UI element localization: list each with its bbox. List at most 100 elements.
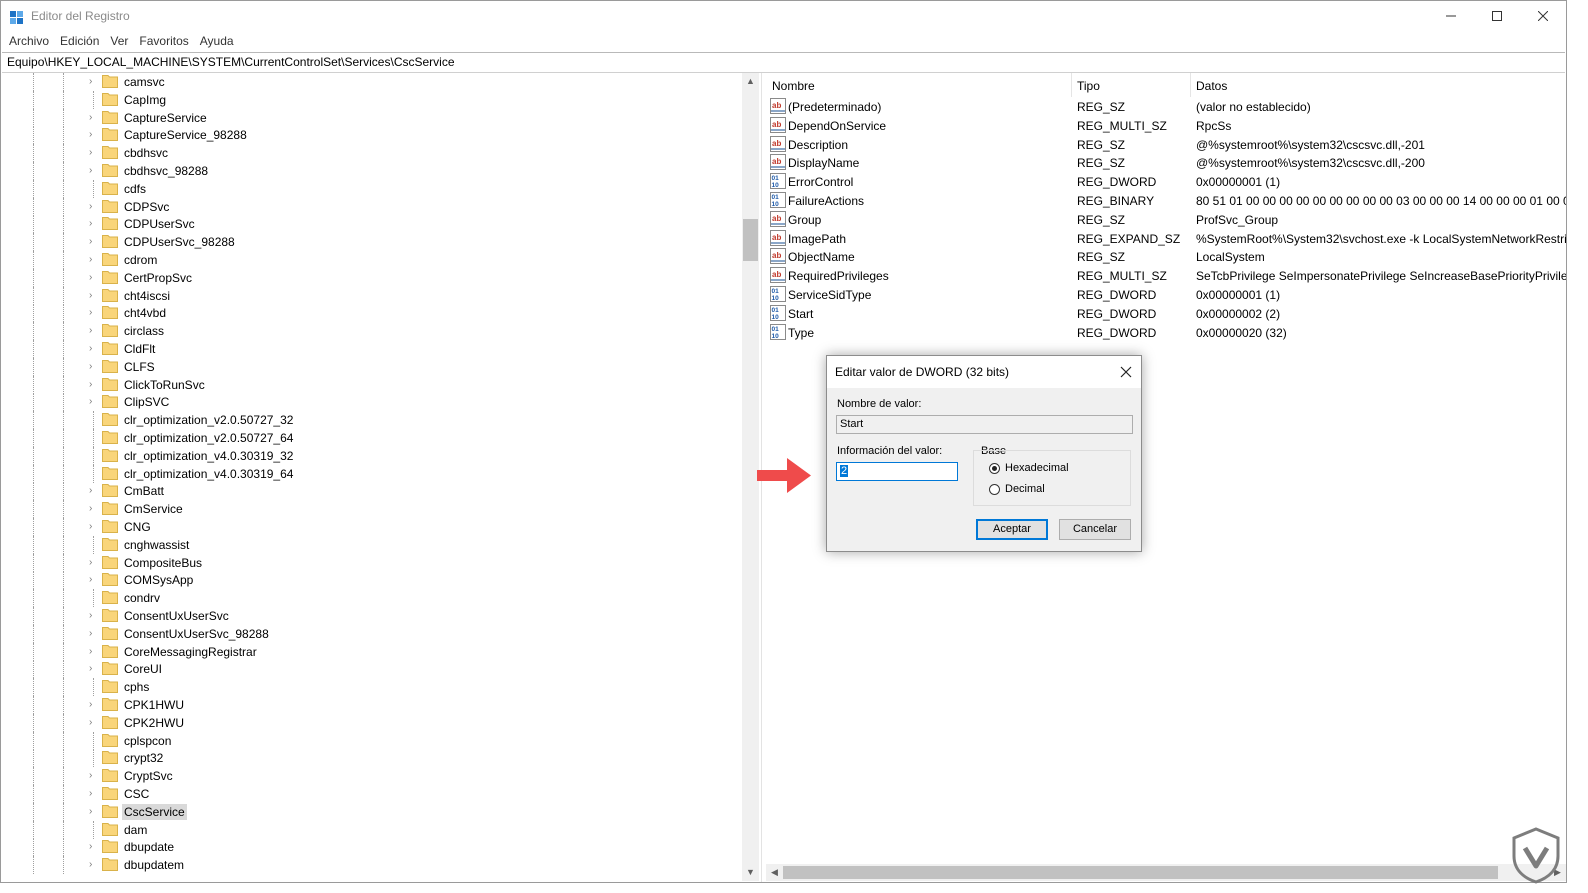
scroll-down-arrow-icon[interactable]: ▼ (742, 864, 759, 881)
column-divider[interactable] (1071, 73, 1072, 97)
tree-item[interactable]: CapImg (1, 90, 741, 109)
chevron-right-icon[interactable]: › (89, 575, 97, 585)
tree-item[interactable]: › ClickToRunSvc (1, 375, 741, 394)
tree-item[interactable]: › CertPropSvc (1, 268, 741, 287)
chevron-right-icon[interactable]: › (89, 664, 97, 674)
tree-item[interactable]: › CNG (1, 518, 741, 536)
column-header-name[interactable]: Nombre (772, 77, 815, 95)
tree-item[interactable]: › CmBatt (1, 482, 741, 501)
value-row[interactable]: ab ObjectName REG_SZ LocalSystem (766, 247, 1566, 266)
close-button[interactable] (1520, 1, 1566, 31)
chevron-right-icon[interactable]: › (89, 771, 97, 781)
tree-item[interactable]: clr_optimization_v4.0.30319_32 (1, 446, 741, 465)
tree-item[interactable]: › circlass (1, 322, 741, 341)
value-row[interactable]: ab DisplayName REG_SZ @%systemroot%\system3… (766, 153, 1566, 172)
chevron-right-icon[interactable]: › (89, 379, 97, 390)
cancel-button[interactable]: Cancelar (1059, 519, 1131, 540)
tree-item[interactable]: › CSC (1, 785, 741, 803)
tree-item[interactable]: › CPK2HWU (1, 713, 741, 732)
value-row[interactable]: 01 10 Type REG_DWORD 0x00000020 (32) (766, 323, 1566, 342)
tree-item[interactable]: › CLFS (1, 357, 741, 376)
dialog-close-icon[interactable] (1117, 363, 1135, 381)
chevron-right-icon[interactable]: › (89, 557, 97, 568)
tree-item[interactable]: crypt32 (1, 749, 741, 768)
tree-item[interactable]: › CDPUserSvc (1, 215, 741, 234)
tree-item[interactable]: › ConsentUxUserSvc_98288 (1, 624, 741, 643)
tree-item[interactable]: › CryptSvc (1, 767, 741, 786)
tree-item[interactable]: › CaptureService (1, 108, 741, 127)
value-row[interactable]: ab ImagePath REG_EXPAND_SZ %SystemRoot%\Sys… (766, 229, 1566, 248)
tree-item[interactable]: clr_optimization_v2.0.50727_64 (1, 429, 741, 447)
radio-hexadecimal[interactable] (989, 463, 1000, 474)
column-divider[interactable] (1190, 73, 1191, 97)
menu-archivo[interactable]: Archivo (5, 31, 56, 51)
chevron-right-icon[interactable]: › (89, 255, 97, 265)
tree-item[interactable]: dam (1, 820, 741, 839)
tree-item[interactable]: › cdrom (1, 251, 741, 269)
tree-item[interactable]: condrv (1, 589, 741, 608)
minimize-button[interactable] (1428, 1, 1474, 31)
chevron-right-icon[interactable]: › (89, 130, 97, 140)
tree-item[interactable]: › cht4iscsi (1, 286, 741, 305)
chevron-right-icon[interactable]: › (89, 486, 97, 496)
tree-item[interactable]: › CoreMessagingRegistrar (1, 642, 741, 661)
chevron-right-icon[interactable]: › (89, 789, 97, 799)
chevron-right-icon[interactable]: › (89, 611, 97, 621)
tree-item[interactable]: › cht4vbd (1, 304, 741, 323)
tree-item[interactable]: › camsvc (1, 73, 741, 91)
chevron-right-icon[interactable]: › (89, 397, 97, 407)
ok-button[interactable]: Aceptar (976, 519, 1048, 540)
tree-item[interactable]: › ClipSVC (1, 393, 741, 412)
chevron-right-icon[interactable]: › (89, 166, 97, 176)
chevron-right-icon[interactable]: › (89, 237, 97, 247)
maximize-button[interactable] (1474, 1, 1520, 31)
value-row[interactable]: 01 10 ErrorControl REG_DWORD 0x00000001 (1) (766, 172, 1566, 191)
chevron-right-icon[interactable]: › (89, 522, 97, 532)
tree-item[interactable]: › cbdhsvc (1, 144, 741, 163)
address-bar[interactable]: Equipo\HKEY_LOCAL_MACHINE\SYSTEM\Current… (2, 52, 1565, 73)
tree-item[interactable]: › cbdhsvc_98288 (1, 162, 741, 180)
value-row[interactable]: ab RequiredPrivileges REG_MULTI_SZ SeTcbPri… (766, 266, 1566, 285)
tree-item[interactable]: cphs (1, 678, 741, 697)
column-header-type[interactable]: Tipo (1077, 77, 1100, 95)
scroll-left-arrow-icon[interactable]: ◀ (766, 864, 783, 881)
chevron-right-icon[interactable]: › (89, 504, 97, 514)
value-row[interactable]: ab DependOnService REG_MULTI_SZ RpcSs (766, 116, 1566, 135)
tree-item[interactable]: › CscService (1, 802, 741, 821)
radio-decimal-label[interactable]: Decimal (1005, 483, 1045, 495)
chevron-right-icon[interactable]: › (89, 272, 97, 283)
value-row[interactable]: ab (Predeterminado) REG_SZ (valor no establ… (766, 97, 1566, 116)
chevron-right-icon[interactable]: › (89, 806, 97, 817)
tree-item[interactable]: › CDPUserSvc_98288 (1, 233, 741, 252)
tree-scroll-thumb[interactable] (743, 219, 758, 261)
chevron-right-icon[interactable]: › (89, 628, 97, 639)
value-row[interactable]: 01 10 FailureActions REG_BINARY 80 51 01 00 … (766, 191, 1566, 210)
chevron-right-icon[interactable]: › (89, 860, 97, 870)
chevron-right-icon[interactable]: › (89, 308, 97, 318)
tree-item[interactable]: › CompositeBus (1, 553, 741, 572)
chevron-right-icon[interactable]: › (89, 77, 97, 87)
chevron-right-icon[interactable]: › (89, 717, 97, 728)
tree-item[interactable]: cplspcon (1, 731, 741, 750)
value-row[interactable]: 01 10 ServiceSidType REG_DWORD 0x00000001 (1… (766, 285, 1566, 304)
chevron-right-icon[interactable]: › (89, 646, 97, 657)
tree-item[interactable]: › ConsentUxUserSvc (1, 607, 741, 625)
chevron-right-icon[interactable]: › (89, 326, 97, 336)
chevron-right-icon[interactable]: › (89, 344, 97, 354)
radio-decimal[interactable] (989, 484, 1000, 495)
chevron-right-icon[interactable]: › (89, 201, 97, 212)
radio-hexadecimal-label[interactable]: Hexadecimal (1005, 462, 1069, 474)
tree-item[interactable]: › CDPSvc (1, 197, 741, 216)
menu-edicion[interactable]: Edición (56, 31, 106, 51)
chevron-right-icon[interactable]: › (89, 148, 97, 158)
chevron-right-icon[interactable]: › (89, 290, 97, 301)
menu-favoritos[interactable]: Favoritos (135, 31, 195, 51)
tree-item[interactable]: › CPK1HWU (1, 696, 741, 714)
chevron-right-icon[interactable]: › (89, 219, 97, 229)
tree-item[interactable]: cnghwassist (1, 535, 741, 554)
list-scroll-thumb[interactable] (783, 866, 1498, 879)
chevron-right-icon[interactable]: › (89, 842, 97, 852)
tree-item[interactable]: › CaptureService_98288 (1, 126, 741, 145)
tree-item[interactable]: › COMSysApp (1, 571, 741, 590)
chevron-right-icon[interactable]: › (89, 361, 97, 372)
